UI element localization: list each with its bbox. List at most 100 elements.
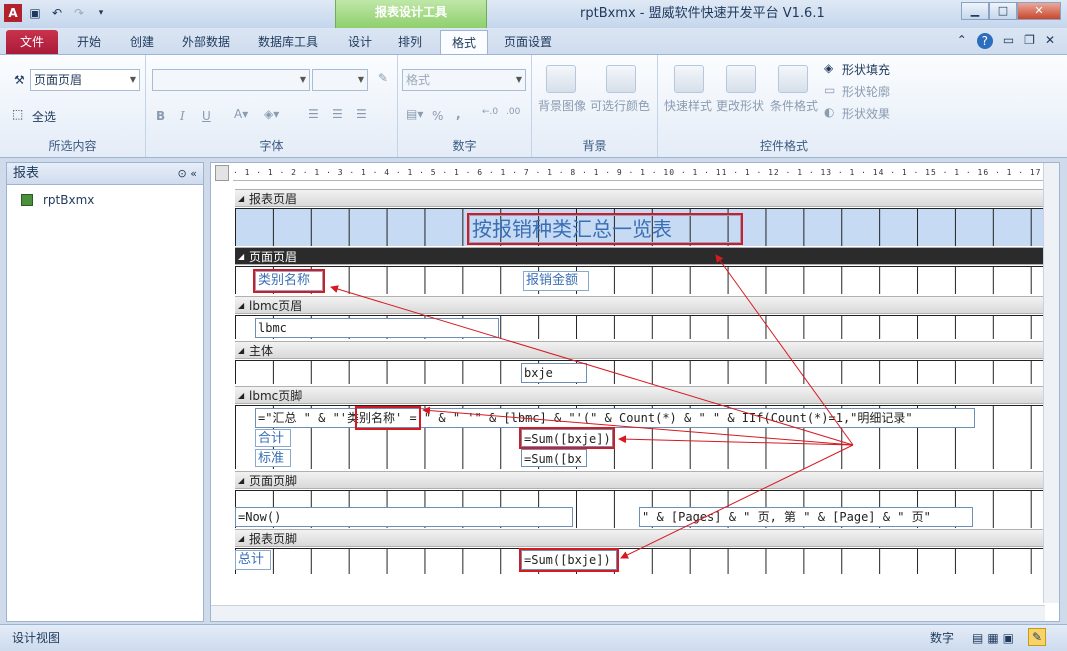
select-all-icon[interactable]: ⬚ — [12, 107, 23, 121]
underline-button[interactable]: U — [202, 109, 211, 123]
grid-page-header[interactable] — [235, 266, 1045, 294]
context-group-label: 报表设计工具 — [335, 0, 487, 28]
background-image-icon[interactable] — [546, 65, 576, 93]
bxje-textbox[interactable]: bxje — [521, 363, 587, 383]
access-app-icon[interactable]: A — [4, 4, 22, 22]
shape-effects-button[interactable]: 形状效果 — [842, 105, 890, 122]
horizontal-ruler[interactable]: · 1 · 1 · 2 · 1 · 3 · 1 · 4 · 1 · 5 · 1 … — [233, 165, 1053, 181]
alternate-row-color-icon[interactable] — [606, 65, 636, 93]
highlight-summary-category — [355, 406, 421, 430]
ribbon-collapse-icon[interactable]: ⌃ — [957, 33, 967, 49]
tab-file[interactable]: 文件 — [6, 30, 58, 54]
background-image-button[interactable]: 背景图像 — [538, 97, 586, 114]
sum-standard-textbox[interactable]: =Sum([bx — [521, 449, 587, 467]
title-bar: A ▣ ↶ ↷ ▾ 报表设计工具 rptBxmx - 盟威软件快速开发平台 V1… — [0, 0, 1067, 28]
font-name-combo[interactable]: ▼ — [152, 69, 310, 91]
section-detail[interactable]: 主体 — [235, 341, 1045, 360]
conditional-format-icon[interactable] — [778, 65, 808, 93]
comma-button[interactable]: , — [456, 107, 461, 121]
group-label-number: 数字 — [452, 139, 477, 153]
save-icon[interactable]: ▣ — [26, 4, 44, 22]
section-page-header[interactable]: 页面页眉 — [235, 247, 1045, 266]
navigation-pane: 报表 ⊙ « rptBxmx — [6, 162, 204, 622]
help-icon[interactable]: ? — [976, 33, 993, 49]
standard-label[interactable]: 标准 — [255, 449, 291, 467]
group-background: 背景图像 可选行颜色 背景 — [532, 55, 658, 157]
tab-database-tools[interactable]: 数据库工具 — [246, 30, 330, 54]
lbmc-textbox[interactable]: lbmc — [255, 318, 499, 338]
highlight-sum-group — [519, 427, 615, 449]
quick-styles-button[interactable]: 快速样式 — [664, 97, 712, 114]
tab-arrange[interactable]: 排列 — [388, 30, 432, 54]
change-shape-button[interactable]: 更改形状 — [716, 97, 764, 114]
section-page-footer[interactable]: 页面页脚 — [235, 471, 1045, 490]
page-number-textbox[interactable]: " & [Pages] & " 页, 第 " & [Page] & " 页" — [639, 507, 973, 527]
nav-pane-header[interactable]: 报表 ⊙ « — [7, 163, 203, 185]
amount-label[interactable]: 报销金额 — [523, 271, 589, 291]
report-designer[interactable]: · 1 · 1 · 2 · 1 · 3 · 1 · 4 · 1 · 5 · 1 … — [210, 162, 1060, 622]
nav-item-report[interactable]: rptBxmx — [21, 193, 94, 207]
horizontal-scrollbar[interactable] — [211, 605, 1045, 621]
nav-pane-controls[interactable]: ⊙ « — [178, 163, 197, 185]
tab-create[interactable]: 创建 — [118, 30, 166, 54]
nav-pane-title: 报表 — [13, 166, 40, 181]
section-group-header[interactable]: lbmc页眉 — [235, 296, 1045, 315]
vertical-scrollbar[interactable] — [1043, 163, 1059, 603]
chevron-down-icon: ▼ — [129, 75, 136, 84]
doc-restore-icon[interactable]: ❐ — [1024, 33, 1035, 49]
increase-decimals-icon[interactable]: ←.0 — [482, 107, 498, 117]
tab-page-setup[interactable]: 页面设置 — [496, 30, 560, 54]
font-size-combo[interactable]: ▼ — [312, 69, 368, 91]
nav-item-label: rptBxmx — [43, 193, 95, 207]
section-report-footer[interactable]: 报表页脚 — [235, 529, 1045, 548]
quick-styles-icon[interactable] — [674, 65, 704, 93]
customize-qat-icon[interactable]: ▾ — [92, 4, 110, 22]
shape-outline-button[interactable]: 形状轮廓 — [842, 83, 890, 100]
select-all-button[interactable]: 全选 — [32, 108, 56, 125]
object-selector-combo[interactable]: 页面页眉 ▼ — [30, 69, 140, 91]
number-format-combo[interactable]: 格式 ▼ — [402, 69, 526, 91]
shape-fill-button[interactable]: 形状填充 — [842, 61, 890, 78]
maximize-button[interactable]: □ — [989, 2, 1017, 20]
tab-format[interactable]: 格式 — [440, 30, 488, 54]
section-report-header[interactable]: 报表页眉 — [235, 189, 1045, 208]
conditional-format-button[interactable]: 条件格式 — [770, 97, 818, 114]
align-center-icon[interactable]: ☰ — [332, 107, 343, 121]
shape-effects-icon: ◐ — [824, 105, 835, 119]
section-group-footer[interactable]: lbmc页脚 — [235, 386, 1045, 405]
close-button[interactable]: ✕ — [1017, 2, 1061, 20]
currency-icon[interactable]: ▤▾ — [406, 107, 423, 121]
total-label[interactable]: 合计 — [255, 429, 291, 447]
minimize-button[interactable]: ▁ — [961, 2, 989, 20]
tab-external-data[interactable]: 外部数据 — [170, 30, 242, 54]
font-color-icon[interactable]: A▾ — [234, 107, 248, 121]
view-switch-icons[interactable]: ▤▦▣ — [972, 627, 1018, 649]
grid-detail[interactable] — [235, 360, 1045, 384]
change-shape-icon[interactable] — [726, 65, 756, 93]
bold-button[interactable]: B — [156, 109, 165, 123]
number-format-value: 格式 — [406, 73, 431, 87]
alternate-row-color-button[interactable]: 可选行颜色 — [590, 97, 650, 114]
percent-button[interactable]: % — [432, 109, 443, 123]
chevron-down-icon: ▼ — [299, 75, 306, 84]
doc-minimize-icon[interactable]: ▭ — [1003, 33, 1014, 49]
grid-report-footer[interactable] — [235, 548, 1045, 574]
tab-design[interactable]: 设计 — [338, 30, 382, 54]
italic-button[interactable]: I — [180, 109, 185, 123]
redo-icon[interactable]: ↷ — [70, 4, 88, 22]
align-right-icon[interactable]: ☰ — [356, 107, 367, 121]
now-textbox[interactable]: =Now() — [235, 507, 573, 527]
decrease-decimals-icon[interactable]: .00 — [506, 107, 520, 117]
format-painter-icon[interactable]: ✎ — [378, 71, 388, 85]
doc-close-icon[interactable]: ✕ — [1045, 33, 1055, 49]
fill-color-icon[interactable]: ◈▾ — [264, 107, 279, 121]
tab-home[interactable]: 开始 — [64, 30, 114, 54]
select-report-box[interactable] — [215, 165, 229, 181]
highlight-category-label — [253, 269, 325, 293]
design-view-icon[interactable]: ✎ — [1028, 628, 1046, 646]
grand-total-label[interactable]: 总计 — [235, 550, 271, 570]
undo-icon[interactable]: ↶ — [48, 4, 66, 22]
report-icon — [21, 194, 33, 206]
align-left-icon[interactable]: ☰ — [308, 107, 319, 121]
shape-fill-icon: ◈ — [824, 61, 834, 75]
